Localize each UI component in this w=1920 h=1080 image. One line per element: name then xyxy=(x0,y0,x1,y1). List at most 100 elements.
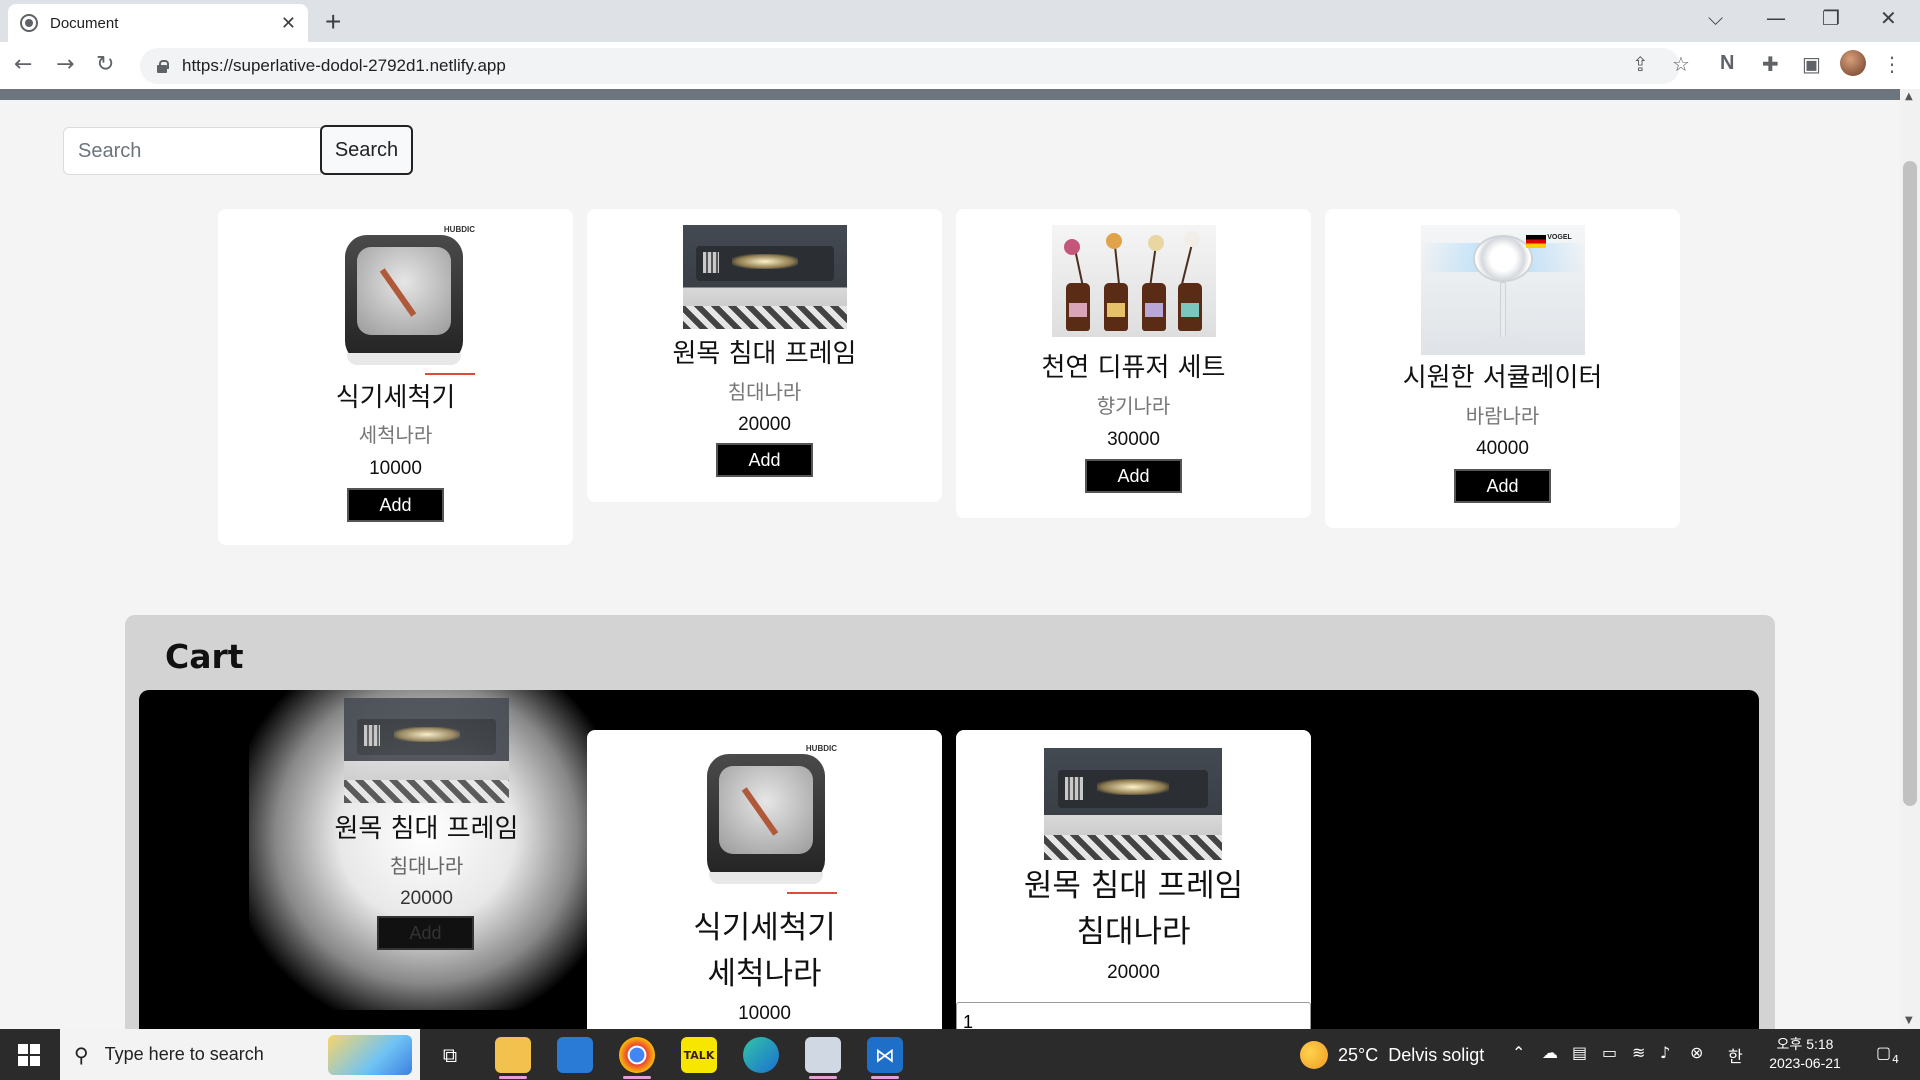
product-price: 20000 xyxy=(738,414,791,435)
product-company: 바람나라 xyxy=(1465,404,1540,428)
cart-item-price: 10000 xyxy=(738,1003,791,1024)
notification-count: 4 xyxy=(1892,1053,1899,1066)
weather-description: Delvis soligt xyxy=(1388,1044,1485,1065)
cart-title: Cart xyxy=(165,637,244,676)
wifi-icon[interactable]: ≋ xyxy=(1632,1043,1645,1062)
weather-widget[interactable]: 25°C Delvis soligt xyxy=(1300,1041,1484,1069)
browser-menu-icon[interactable]: ⋮ xyxy=(1882,52,1902,76)
add-to-cart-button[interactable]: Add xyxy=(347,488,444,522)
browser-tab[interactable]: Document ✕ xyxy=(8,4,308,42)
product-image-dishwasher: HUBDIC xyxy=(335,225,475,375)
taskbar-search-box[interactable]: ⚲ Type here to search xyxy=(60,1029,420,1080)
quantity-input[interactable] xyxy=(956,1002,1311,1029)
network-icon[interactable]: ▤ xyxy=(1572,1043,1587,1062)
weather-sun-icon xyxy=(1300,1041,1328,1069)
product-image-circulator: VOGEL xyxy=(1421,225,1585,355)
search-button[interactable]: Search xyxy=(320,125,413,175)
weather-temperature: 25°C xyxy=(1338,1044,1379,1065)
mute-x-icon[interactable]: ⊗ xyxy=(1690,1043,1703,1062)
cart-item: 원목 침대 프레임 침대나라 20000 xyxy=(956,730,1311,1029)
ime-language-indicator[interactable]: 한 xyxy=(1728,1043,1743,1067)
profile-avatar[interactable] xyxy=(1840,50,1866,76)
address-bar[interactable]: https://superlative-dodol-2792d1.netlify… xyxy=(140,48,1680,84)
brand-logo: HUBDIC xyxy=(443,225,475,234)
extension-n-icon[interactable]: N xyxy=(1720,52,1734,75)
page-viewport: Search HUBDIC 식기세척기 세척나라 10000 Add 원목 침대… xyxy=(0,89,1900,1029)
side-panel-icon[interactable]: ▣ xyxy=(1802,52,1821,76)
browser-tab-strip: Document ✕ + ⌵ — ❐ ✕ xyxy=(0,0,1920,42)
new-tab-button[interactable]: + xyxy=(325,6,341,38)
show-hidden-icons-chevron-icon[interactable]: ⌃ xyxy=(1512,1043,1525,1062)
brand-logo: HUBDIC xyxy=(805,744,837,753)
product-image-diffuser-set xyxy=(1052,225,1216,337)
brand-logo: VOGEL xyxy=(1547,234,1572,242)
product-name: 천연 디퓨저 세트 xyxy=(1041,353,1226,383)
product-card: 천연 디퓨저 세트 향기나라 30000 Add xyxy=(956,209,1311,518)
cart-item-price: 20000 xyxy=(1107,962,1160,983)
remote-desktop-icon[interactable] xyxy=(805,1037,841,1079)
scrollbar-thumb[interactable] xyxy=(1903,161,1917,806)
edge-icon[interactable] xyxy=(743,1037,779,1073)
minimize-icon[interactable]: — xyxy=(1766,6,1786,30)
search-highlight-illustration xyxy=(328,1035,412,1075)
product-price: 10000 xyxy=(369,458,422,479)
reload-icon[interactable]: ↻ xyxy=(96,52,114,77)
globe-icon xyxy=(20,14,38,32)
product-card: VOGEL 시원한 서큘레이터 바람나라 40000 Add xyxy=(1325,209,1680,528)
bookmark-star-icon[interactable]: ☆ xyxy=(1672,52,1690,76)
clock-time: 오후 5:18 xyxy=(1776,1036,1834,1052)
vscode-icon[interactable]: ⋈ xyxy=(867,1037,903,1079)
tab-close-icon[interactable]: ✕ xyxy=(281,13,296,34)
battery-icon[interactable]: ▭ xyxy=(1602,1043,1617,1062)
window-close-icon[interactable]: ✕ xyxy=(1880,6,1897,30)
restore-icon[interactable]: ❐ xyxy=(1822,6,1840,30)
chrome-icon[interactable] xyxy=(619,1037,655,1079)
add-to-cart-button[interactable]: Add xyxy=(1454,469,1551,503)
back-icon[interactable]: ← xyxy=(14,52,32,77)
windows-start-icon[interactable] xyxy=(18,1044,40,1066)
dragging-product-ghost[interactable]: 원목 침대 프레임 침대나라 20000 Add xyxy=(249,690,604,1010)
product-image-dishwasher: HUBDIC xyxy=(697,744,837,894)
onedrive-cloud-icon[interactable]: ☁ xyxy=(1542,1043,1558,1062)
extensions-puzzle-icon[interactable]: ✚ xyxy=(1762,52,1779,76)
product-company: 향기나라 xyxy=(1096,394,1171,418)
tab-search-chevron-icon[interactable]: ⌵ xyxy=(1708,6,1723,30)
product-card: HUBDIC 식기세척기 세척나라 10000 Add xyxy=(218,209,573,545)
file-explorer-icon[interactable] xyxy=(495,1037,531,1079)
cart-section: Cart 원목 침대 프레임 침대나라 20000 Add HUBDIC 식기세… xyxy=(125,615,1775,1029)
product-company: 침대나라 xyxy=(389,854,464,878)
product-price: 30000 xyxy=(1107,429,1160,450)
page-scrollbar[interactable]: ▲ ▼ xyxy=(1900,89,1920,1029)
mail-icon[interactable] xyxy=(557,1037,593,1073)
search-input[interactable] xyxy=(63,127,321,175)
product-card: 원목 침대 프레임 침대나라 20000 Add xyxy=(587,209,942,502)
search-icon: ⚲ xyxy=(74,1042,89,1067)
product-company: 세척나라 xyxy=(358,423,433,447)
product-price: 40000 xyxy=(1476,438,1529,459)
volume-icon[interactable]: ♪ xyxy=(1660,1043,1670,1062)
cart-item-name: 원목 침대 프레임 xyxy=(1023,868,1244,904)
product-image-bed-frame xyxy=(344,698,509,803)
cart-item-company: 침대나라 xyxy=(1076,914,1191,950)
scroll-up-icon[interactable]: ▲ xyxy=(1905,91,1913,102)
lock-icon xyxy=(156,60,169,73)
share-icon[interactable]: ⇪ xyxy=(1632,52,1649,76)
product-name: 원목 침대 프레임 xyxy=(672,339,857,369)
browser-toolbar: ← → ↻ https://superlative-dodol-2792d1.n… xyxy=(0,42,1920,89)
product-name: 원목 침대 프레임 xyxy=(334,814,519,844)
cart-item-name: 식기세척기 xyxy=(693,910,836,946)
top-navbar xyxy=(0,89,1900,100)
product-image-bed-frame xyxy=(1044,748,1222,860)
forward-icon[interactable]: → xyxy=(56,52,74,77)
task-view-icon[interactable]: ⧉ xyxy=(432,1037,468,1073)
cart-drop-area[interactable]: 원목 침대 프레임 침대나라 20000 Add HUBDIC 식기세척기 세척… xyxy=(139,690,1759,1029)
tab-title: Document xyxy=(50,14,119,32)
scroll-down-icon[interactable]: ▼ xyxy=(1905,1015,1913,1026)
add-to-cart-button[interactable]: Add xyxy=(716,443,813,477)
notifications-icon[interactable]: ▢ xyxy=(1876,1043,1891,1062)
system-clock[interactable]: 오후 5:18 2023-06-21 xyxy=(1760,1035,1850,1073)
product-name: 시원한 서큘레이터 xyxy=(1402,363,1603,393)
add-to-cart-button[interactable]: Add xyxy=(1085,459,1182,493)
cart-item: HUBDIC 식기세척기 세척나라 10000 xyxy=(587,730,942,1029)
kakaotalk-icon[interactable]: TALK xyxy=(681,1037,717,1073)
